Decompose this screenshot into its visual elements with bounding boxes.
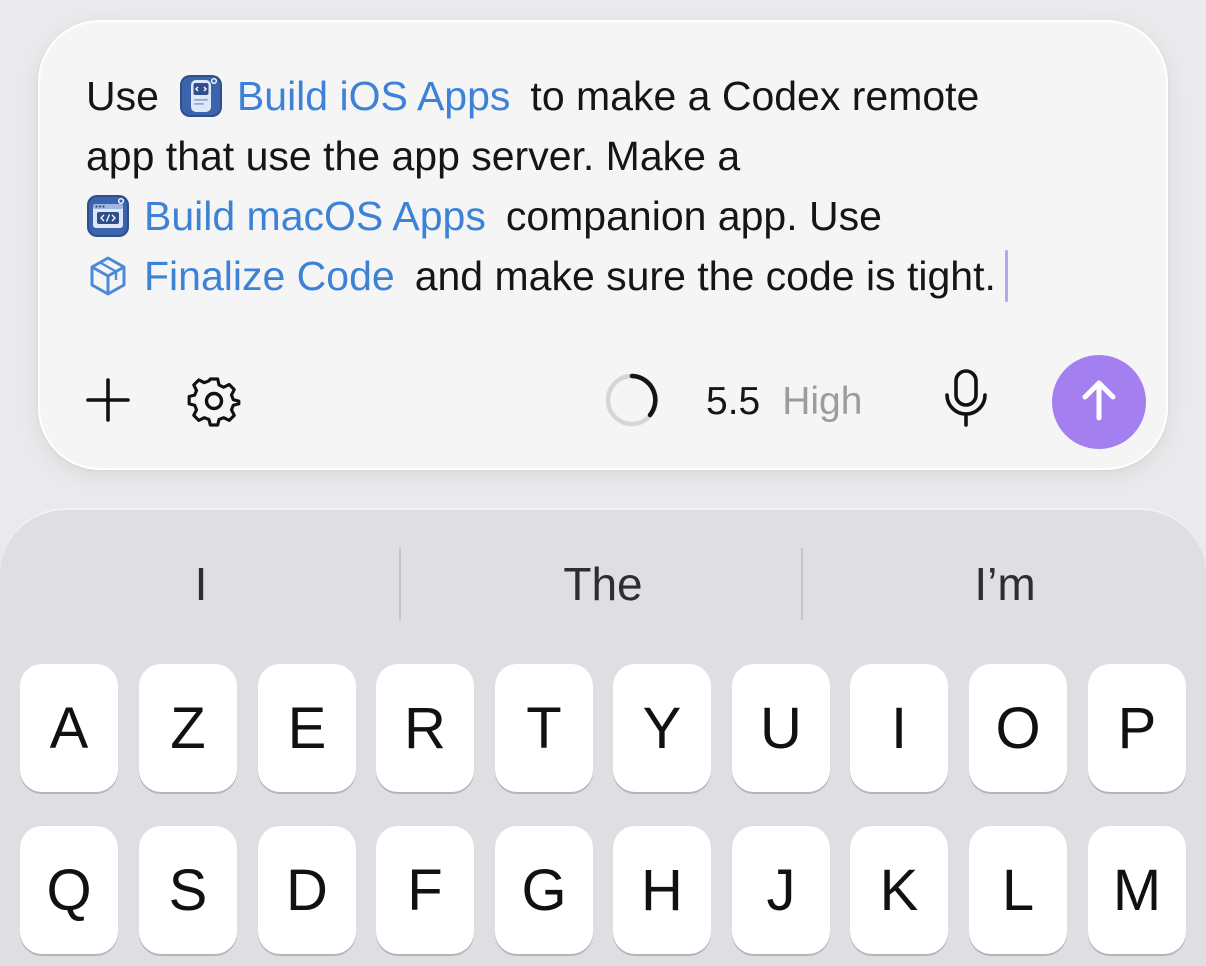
macos-app-builder-icon xyxy=(86,194,130,238)
reasoning-effort: High xyxy=(782,380,863,423)
prompt-line-3: Build macOS Apps companion app. Use xyxy=(86,186,1126,246)
progress-ring-icon xyxy=(603,371,661,434)
message-composer[interactable]: Use Build iOS Apps to make a Codex remot… xyxy=(38,20,1168,470)
prompt-text-segment: app that use the app server. Make a xyxy=(86,133,741,179)
key[interactable]: Q xyxy=(20,826,118,954)
suggestion-divider xyxy=(399,548,401,620)
suggestion-3[interactable]: I’m xyxy=(804,548,1206,620)
skill-chip-build-ios-apps[interactable]: Build iOS Apps xyxy=(179,66,511,126)
skill-chip-label: Finalize Code xyxy=(144,253,395,299)
ios-app-builder-icon xyxy=(179,74,223,118)
add-attachment-button[interactable] xyxy=(80,374,136,430)
predictive-text-bar: I The I’m xyxy=(0,548,1206,620)
skill-chip-label: Build macOS Apps xyxy=(144,193,486,239)
prompt-line-4: Finalize Code and make sure the code is … xyxy=(86,246,1126,306)
voice-input-button[interactable] xyxy=(936,368,996,432)
key[interactable]: P xyxy=(1088,664,1186,792)
key[interactable]: L xyxy=(969,826,1067,954)
microphone-icon xyxy=(940,367,992,434)
prompt-line-1: Use Build iOS Apps to make a Codex remot… xyxy=(86,66,1126,126)
prompt-text-segment: Use xyxy=(86,73,159,119)
key[interactable]: K xyxy=(850,826,948,954)
send-button[interactable] xyxy=(1052,355,1146,449)
key[interactable]: G xyxy=(495,826,593,954)
on-screen-keyboard: I The I’m A Z E R T Y U I O P Q S D F G … xyxy=(0,508,1206,966)
cube-icon xyxy=(86,254,130,298)
prompt-text-segment: companion app. Use xyxy=(505,193,882,239)
settings-button[interactable] xyxy=(184,372,244,432)
key[interactable]: H xyxy=(613,826,711,954)
text-cursor xyxy=(1004,250,1008,302)
arrow-up-icon xyxy=(1074,375,1124,430)
key[interactable]: E xyxy=(258,664,356,792)
chat-screen: Use Build iOS Apps to make a Codex remot… xyxy=(0,0,1206,966)
gear-icon xyxy=(186,372,242,433)
key[interactable]: A xyxy=(20,664,118,792)
plus-icon xyxy=(84,376,132,429)
prompt-text-segment: to make a Codex remote xyxy=(530,73,980,119)
key[interactable]: M xyxy=(1088,826,1186,954)
skill-chip-label: Build iOS Apps xyxy=(236,73,511,119)
context-usage-indicator[interactable] xyxy=(602,372,662,432)
key[interactable]: J xyxy=(732,826,830,954)
prompt-text-segment: and make sure the code is tight. xyxy=(414,253,996,299)
prompt-line-2: app that use the app server. Make a xyxy=(86,126,1126,186)
suggestion-2[interactable]: The xyxy=(402,548,804,620)
key[interactable]: U xyxy=(732,664,830,792)
model-selector[interactable]: 5.5 High xyxy=(706,376,862,428)
key[interactable]: Z xyxy=(139,664,237,792)
key[interactable]: T xyxy=(495,664,593,792)
prompt-text[interactable]: Use Build iOS Apps to make a Codex remot… xyxy=(86,66,1126,306)
suggestion-1[interactable]: I xyxy=(0,548,402,620)
suggestion-divider xyxy=(801,548,803,620)
key[interactable]: I xyxy=(850,664,948,792)
key[interactable]: Y xyxy=(613,664,711,792)
model-version: 5.5 xyxy=(706,380,761,423)
skill-chip-finalize-code[interactable]: Finalize Code xyxy=(86,246,395,306)
key[interactable]: F xyxy=(376,826,474,954)
key[interactable]: O xyxy=(969,664,1067,792)
skill-chip-build-macos-apps[interactable]: Build macOS Apps xyxy=(86,186,486,246)
key[interactable]: S xyxy=(139,826,237,954)
key[interactable]: R xyxy=(376,664,474,792)
key[interactable]: D xyxy=(258,826,356,954)
